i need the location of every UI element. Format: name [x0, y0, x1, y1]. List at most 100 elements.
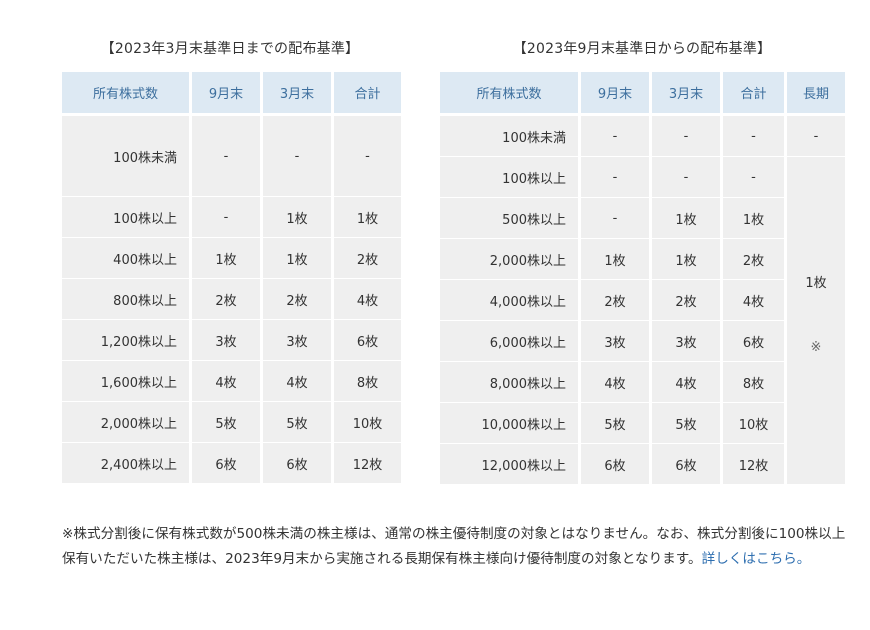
march-cell: 3枚 [263, 320, 331, 361]
table-row: 500株以上 - 1枚 1枚 [440, 198, 845, 239]
total-cell: - [334, 116, 401, 197]
table-row: 400株以上 1枚 1枚 2枚 [62, 238, 401, 279]
march-cell: 5枚 [263, 402, 331, 443]
total-cell: 2枚 [723, 239, 784, 280]
total-cell: 12枚 [334, 443, 401, 484]
header-march: 3月末 [263, 72, 331, 116]
table-row: 100株未満 - - - [62, 116, 401, 197]
shares-cell: 2,000株以上 [440, 239, 578, 280]
table-row: 2,000株以上 1枚 1枚 2枚 [440, 239, 845, 280]
shares-cell: 100株以上 [62, 197, 189, 238]
header-september: 9月末 [581, 72, 649, 116]
shares-cell: 6,000株以上 [440, 321, 578, 362]
september-cell: 2枚 [581, 280, 649, 321]
distribution-table-march: 所有株式数 9月末 3月末 合計 100株未満 - - - 100株以上 - 1… [59, 72, 404, 484]
september-cell: - [581, 198, 649, 239]
march-cell: - [263, 116, 331, 197]
long-term-value: 1枚 [805, 276, 827, 291]
table-row: 1,600株以上 4枚 4枚 8枚 [62, 361, 401, 402]
header-march: 3月末 [652, 72, 720, 116]
long-term-cell: - [787, 116, 845, 157]
total-cell: 8枚 [334, 361, 401, 402]
september-cell: 1枚 [192, 238, 260, 279]
table-row: 2,400株以上 6枚 6枚 12枚 [62, 443, 401, 484]
shares-cell: 100株未満 [62, 116, 189, 197]
september-cell: - [192, 116, 260, 197]
march-cell: 4枚 [652, 362, 720, 403]
shares-cell: 100株以上 [440, 157, 578, 198]
shares-cell: 2,000株以上 [62, 402, 189, 443]
total-cell: 1枚 [334, 197, 401, 238]
details-link[interactable]: 詳しくはこちら。 [702, 551, 811, 567]
shares-cell: 800株以上 [62, 279, 189, 320]
table-row: 800株以上 2枚 2枚 4枚 [62, 279, 401, 320]
september-cell: 6枚 [581, 444, 649, 485]
header-long-term: 長期 [787, 72, 845, 116]
total-cell: 4枚 [723, 280, 784, 321]
march-cell: 6枚 [263, 443, 331, 484]
march-cell: 6枚 [652, 444, 720, 485]
header-september: 9月末 [192, 72, 260, 116]
total-cell: 6枚 [334, 320, 401, 361]
march-cell: 4枚 [263, 361, 331, 402]
header-shares: 所有株式数 [62, 72, 189, 116]
total-cell: 2枚 [334, 238, 401, 279]
september-cell: 5枚 [192, 402, 260, 443]
total-cell: 8枚 [723, 362, 784, 403]
shares-cell: 8,000株以上 [440, 362, 578, 403]
shares-cell: 2,400株以上 [62, 443, 189, 484]
september-cell: 3枚 [581, 321, 649, 362]
total-cell: 4枚 [334, 279, 401, 320]
table-header-row: 所有株式数 9月末 3月末 合計 [62, 72, 401, 116]
march-cell: 3枚 [652, 321, 720, 362]
september-cell: 4枚 [192, 361, 260, 402]
march-cell: 1枚 [652, 198, 720, 239]
march-cell: 1枚 [263, 238, 331, 279]
table-header-row: 所有株式数 9月末 3月末 合計 長期 [440, 72, 845, 116]
distribution-table-september: 所有株式数 9月末 3月末 合計 長期 100株未満 - - - - 100株以… [437, 72, 848, 485]
march-cell: 1枚 [652, 239, 720, 280]
table1-caption: 【2023年3月末基準日までの配布基準】 [100, 41, 360, 57]
march-cell: 2枚 [652, 280, 720, 321]
shares-cell: 1,600株以上 [62, 361, 189, 402]
table-row: 6,000株以上 3枚 3枚 6枚 [440, 321, 845, 362]
header-total: 合計 [723, 72, 784, 116]
table-row: 4,000株以上 2枚 2枚 4枚 [440, 280, 845, 321]
total-cell: 10枚 [334, 402, 401, 443]
header-shares: 所有株式数 [440, 72, 578, 116]
total-cell: - [723, 116, 784, 157]
footnote: ※株式分割後に保有株式数が500株未満の株主様は、通常の株主優待制度の対象とはな… [62, 522, 852, 572]
september-cell: 1枚 [581, 239, 649, 280]
march-cell: 2枚 [263, 279, 331, 320]
september-cell: 3枚 [192, 320, 260, 361]
march-cell: 5枚 [652, 403, 720, 444]
september-cell: - [581, 116, 649, 157]
september-cell: 4枚 [581, 362, 649, 403]
table-row: 10,000株以上 5枚 5枚 10枚 [440, 403, 845, 444]
table-row: 8,000株以上 4枚 4枚 8枚 [440, 362, 845, 403]
september-cell: 6枚 [192, 443, 260, 484]
march-cell: - [652, 157, 720, 198]
table-row: 2,000株以上 5枚 5枚 10枚 [62, 402, 401, 443]
shares-cell: 1,200株以上 [62, 320, 189, 361]
shares-cell: 500株以上 [440, 198, 578, 239]
shares-cell: 4,000株以上 [440, 280, 578, 321]
table-row: 100株未満 - - - - [440, 116, 845, 157]
table2-caption: 【2023年9月末基準日からの配布基準】 [512, 41, 772, 57]
shares-cell: 400株以上 [62, 238, 189, 279]
table-row: 1,200株以上 3枚 3枚 6枚 [62, 320, 401, 361]
long-term-note-mark: ※ [810, 340, 822, 355]
total-cell: 1枚 [723, 198, 784, 239]
total-cell: 10枚 [723, 403, 784, 444]
september-cell: 2枚 [192, 279, 260, 320]
table-row: 12,000株以上 6枚 6枚 12枚 [440, 444, 845, 485]
table-row: 100株以上 - - - 1枚 ※ [440, 157, 845, 485]
total-cell: 12枚 [723, 444, 784, 485]
shares-cell: 10,000株以上 [440, 403, 578, 444]
total-cell: - [723, 157, 784, 198]
total-cell: 6枚 [723, 321, 784, 362]
header-total: 合計 [334, 72, 401, 116]
shares-cell: 100株未満 [440, 116, 578, 157]
long-term-merged-cell: 1枚 ※ [787, 157, 845, 485]
september-cell: - [581, 157, 649, 198]
